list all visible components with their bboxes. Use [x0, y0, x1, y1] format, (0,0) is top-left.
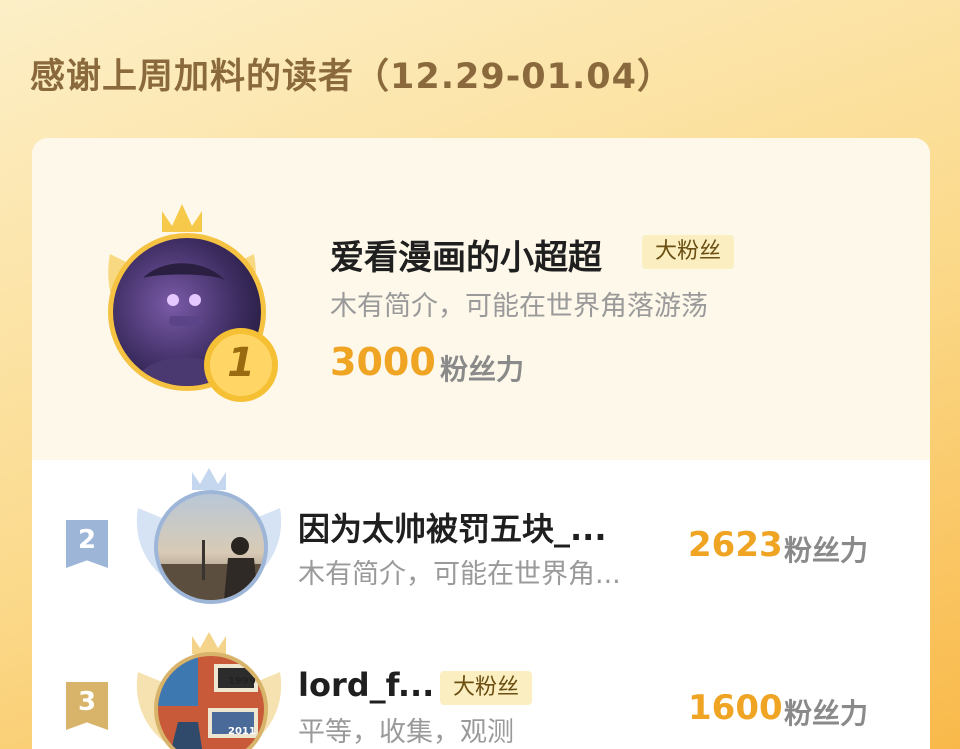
entry-3-score: 1600 [688, 688, 783, 728]
rank-3-flag: 3 [66, 682, 108, 730]
entry-1-fan-badge: 大粉丝 [642, 235, 734, 269]
entry-1-score-unit: 粉丝力 [440, 353, 525, 386]
page-title: 感谢上周加料的读者（12.29-01.04） [30, 57, 673, 97]
entry-2-name[interactable]: 因为太帅被罚五块_... [298, 504, 606, 550]
entry-3-fan-badge: 大粉丝 [440, 671, 532, 705]
avatar-photo-label-2011: 2011 [228, 726, 256, 737]
entry-1-score: 3000 [330, 340, 436, 384]
entry-3-name[interactable]: lord_f... [298, 666, 434, 704]
entry-2-score-unit: 粉丝力 [784, 534, 869, 567]
avatar-photo-label-1999: 1999 [228, 676, 256, 687]
leaderboard-card: 1 爱看漫画的小超超 大粉丝 木有简介，可能在世界角落游荡 3000 粉丝力 2… [32, 138, 930, 749]
entry-1-description: 木有简介，可能在世界角落游荡 [330, 291, 708, 322]
entry-3-description: 平等，收集，观测 [298, 717, 514, 748]
avatar-rank-2[interactable] [154, 490, 268, 604]
entry-2-description: 木有简介，可能在世界角... [298, 559, 621, 590]
entry-2-score: 2623 [688, 525, 783, 565]
entry-3-score-unit: 粉丝力 [784, 697, 869, 730]
entry-1-name[interactable]: 爱看漫画的小超超 [330, 230, 602, 279]
rank-2-flag: 2 [66, 520, 108, 568]
rank-1-number: 1 [227, 340, 255, 386]
